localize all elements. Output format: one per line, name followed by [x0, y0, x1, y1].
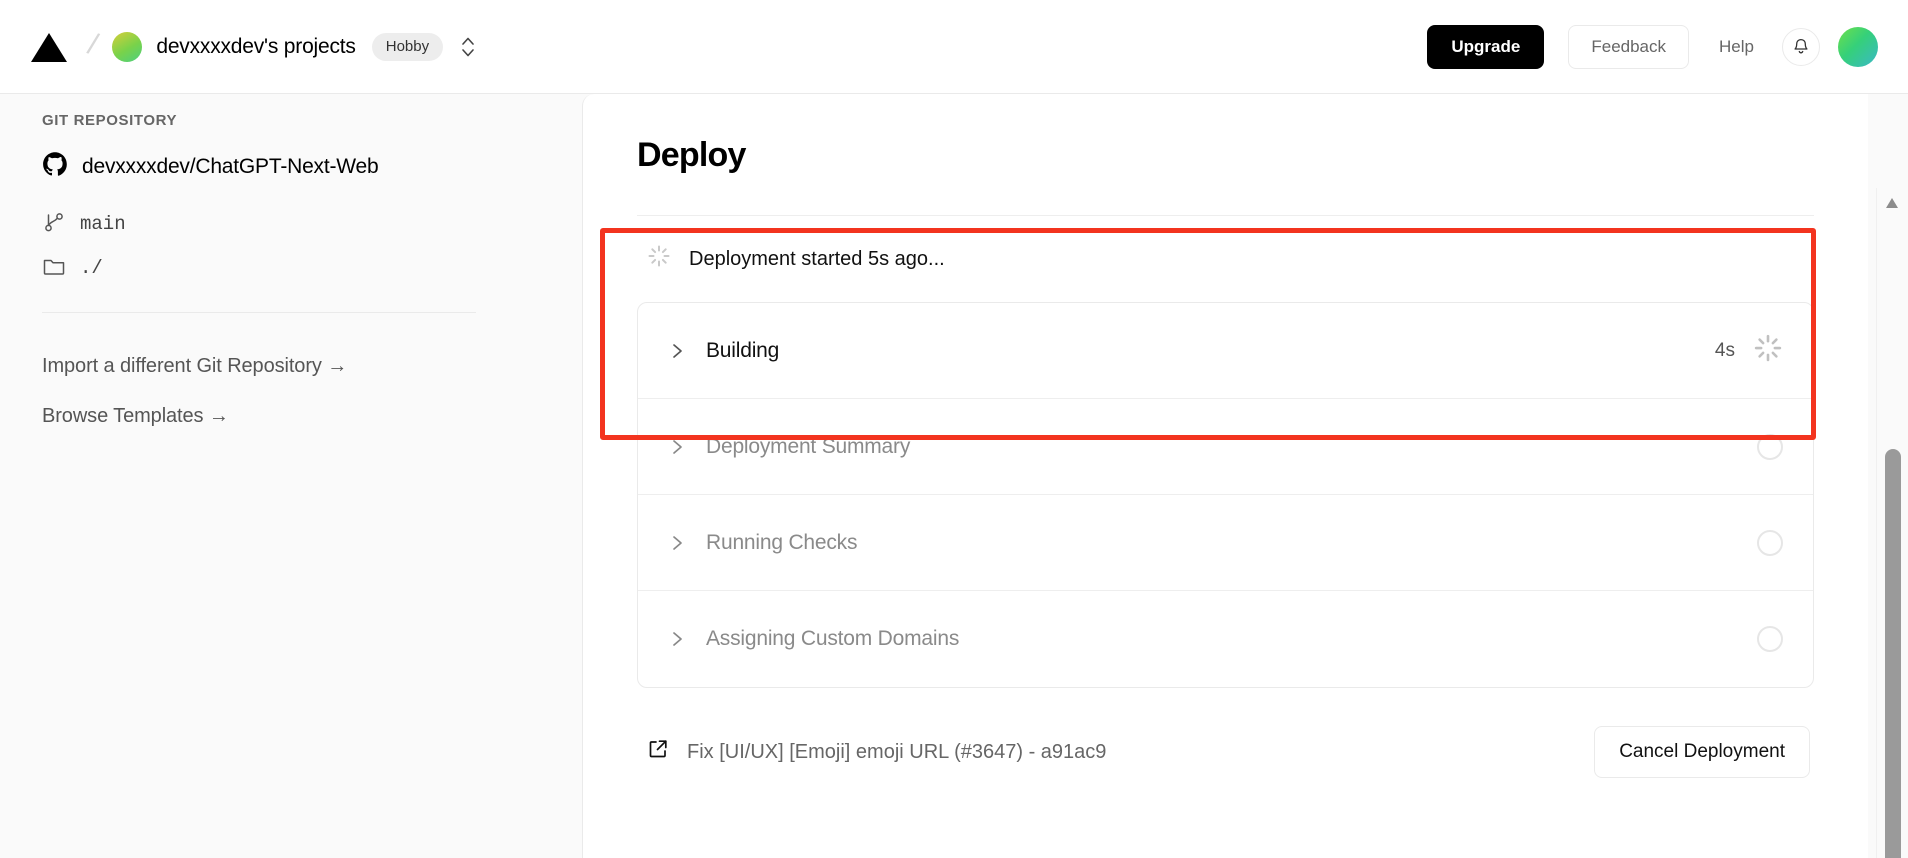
- branch-icon: [42, 210, 66, 239]
- chevron-right-icon[interactable]: [670, 437, 686, 457]
- chevron-right-icon[interactable]: [670, 629, 686, 649]
- chevron-right-icon[interactable]: [670, 533, 686, 553]
- vercel-logo-icon[interactable]: [30, 30, 68, 64]
- commit-message: Fix [UI/UX] [Emoji] emoji URL (#3647) - …: [687, 740, 1107, 763]
- step-label-assigning-custom-domains: Assigning Custom Domains: [706, 627, 960, 650]
- step-label-deployment-summary: Deployment Summary: [706, 434, 911, 458]
- plan-badge[interactable]: Hobby: [371, 32, 444, 61]
- deployment-status: Deployment started 5s ago...: [637, 216, 1814, 302]
- step-row-deployment-summary[interactable]: Deployment Summary: [638, 399, 1813, 495]
- user-avatar[interactable]: [1838, 26, 1878, 67]
- page-title: Deploy: [637, 136, 746, 174]
- step-row-building[interactable]: Building 4s: [638, 303, 1813, 399]
- top-bar-actions: Upgrade Feedback Help: [1427, 24, 1908, 69]
- scrollbar-thumb[interactable]: [1885, 449, 1901, 858]
- sidebar-divider: [42, 312, 476, 313]
- team-name[interactable]: devxxxxdev's projects: [156, 35, 356, 59]
- notifications-button[interactable]: [1782, 27, 1820, 66]
- team-avatar: [112, 31, 143, 62]
- deployment-steps-card: Building 4s Deployment Summary Running C…: [637, 302, 1814, 688]
- status-circle-icon: [1757, 626, 1783, 652]
- sidebar-root-directory: ./: [42, 246, 582, 290]
- page-body: GIT REPOSITORY devxxxxdev/ChatGPT-Next-W…: [0, 94, 1908, 858]
- feedback-button[interactable]: Feedback: [1568, 24, 1690, 69]
- step-row-running-checks[interactable]: Running Checks: [638, 495, 1813, 591]
- app-root: / devxxxxdev's projects Hobby Upgrade Fe…: [0, 0, 1908, 858]
- step-status-assigning-custom-domains: [1757, 626, 1783, 652]
- help-link[interactable]: Help: [1719, 37, 1754, 57]
- breadcrumb: / devxxxxdev's projects Hobby: [0, 27, 477, 64]
- sidebar-repo-name: devxxxxdev/ChatGPT-Next-Web: [82, 154, 379, 178]
- github-icon: [42, 151, 68, 182]
- cancel-deployment-button[interactable]: Cancel Deployment: [1594, 726, 1810, 778]
- sidebar-heading: GIT REPOSITORY: [42, 112, 178, 129]
- step-status-deployment-summary: [1757, 433, 1783, 460]
- sidebar-root-dir-value: ./: [80, 257, 103, 279]
- import-repository-link[interactable]: Import a different Git Repository →: [42, 355, 582, 378]
- external-link-icon: [647, 738, 669, 766]
- deployment-status-text: Deployment started 5s ago...: [689, 247, 945, 270]
- chevron-updown-icon[interactable]: [459, 32, 477, 62]
- sidebar-branch: main: [42, 202, 582, 246]
- deployment-footer: Fix [UI/UX] [Emoji] emoji URL (#3647) - …: [637, 726, 1814, 778]
- browse-templates-link[interactable]: Browse Templates →: [42, 405, 582, 428]
- main-panel: Deploy Deployment started 5s ago... Buil…: [582, 94, 1868, 858]
- status-circle-icon: [1757, 529, 1783, 556]
- step-label-building: Building: [706, 338, 780, 362]
- upgrade-button[interactable]: Upgrade: [1427, 24, 1545, 69]
- sidebar-branch-name: main: [80, 213, 126, 235]
- sidebar-repository[interactable]: devxxxxdev/ChatGPT-Next-Web: [42, 151, 582, 182]
- folder-icon: [42, 254, 66, 283]
- vertical-scrollbar[interactable]: [1876, 188, 1908, 858]
- step-status-running-checks: [1757, 529, 1783, 556]
- chevron-right-icon[interactable]: [670, 341, 686, 361]
- status-circle-icon: [1757, 433, 1783, 460]
- step-elapsed-time: 4s: [1714, 339, 1735, 361]
- loading-spinner-icon: [647, 244, 671, 274]
- sidebar: GIT REPOSITORY devxxxxdev/ChatGPT-Next-W…: [0, 94, 582, 858]
- step-label-running-checks: Running Checks: [706, 530, 858, 554]
- step-row-assigning-custom-domains[interactable]: Assigning Custom Domains: [638, 591, 1813, 687]
- top-navigation-bar: / devxxxxdev's projects Hobby Upgrade Fe…: [0, 0, 1908, 94]
- commit-link[interactable]: Fix [UI/UX] [Emoji] emoji URL (#3647) - …: [647, 738, 1106, 766]
- breadcrumb-separator: /: [84, 27, 102, 62]
- scroll-up-arrow-icon[interactable]: [1885, 196, 1899, 208]
- bell-icon: [1794, 38, 1808, 53]
- step-status-building: 4s: [1715, 333, 1783, 368]
- step-spinner-icon: [1753, 333, 1783, 368]
